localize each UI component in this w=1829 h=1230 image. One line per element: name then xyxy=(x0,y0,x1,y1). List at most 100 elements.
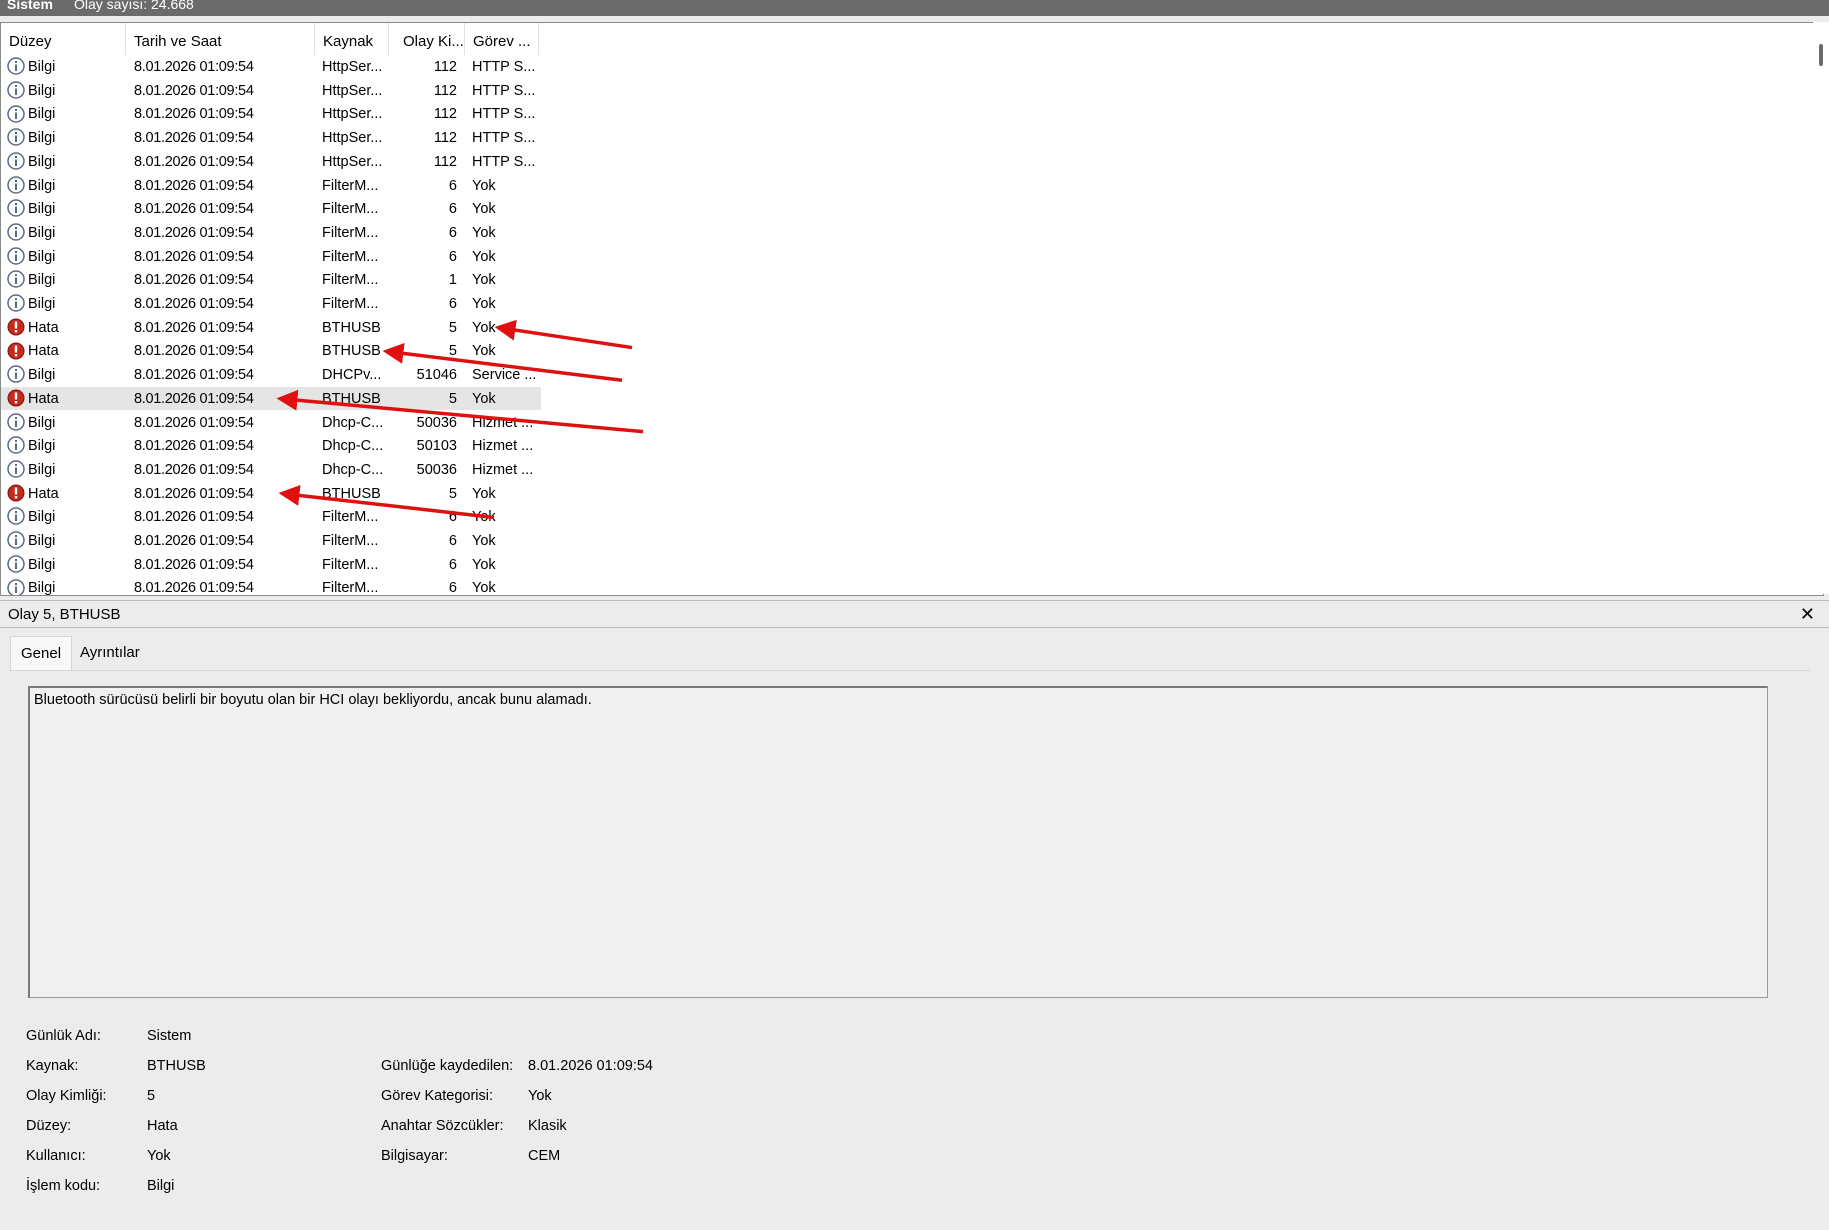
task-cell: Yok xyxy=(472,509,496,526)
table-row[interactable]: Bilgi 8.01.2026 01:09:54 FilterM... 6 Yok xyxy=(1,576,541,596)
field-value[interactable]: Klasik xyxy=(528,1118,567,1134)
source-cell: HttpSer... xyxy=(322,130,383,147)
field-label: İşlem kodu: xyxy=(26,1178,101,1194)
task-cell: Yok xyxy=(472,296,496,312)
table-row[interactable]: Bilgi 8.01.2026 01:09:54 FilterM... 6 Yok xyxy=(1,553,541,577)
tab-details[interactable]: Ayrıntılar xyxy=(70,636,150,670)
field-value[interactable]: Yok xyxy=(147,1148,171,1164)
level-text: Bilgi xyxy=(28,580,56,596)
field-value[interactable]: CEM xyxy=(528,1148,560,1164)
table-row[interactable]: Bilgi 8.01.2026 01:09:54 FilterM... 6 Yok xyxy=(1,529,541,553)
table-row[interactable]: Bilgi 8.01.2026 01:09:54 FilterM... 6 Yok xyxy=(1,221,541,245)
task-cell: HTTP S... xyxy=(472,130,536,147)
table-row[interactable]: Bilgi 8.01.2026 01:09:54 FilterM... 6 Yok xyxy=(1,505,541,529)
task-cell: HTTP S... xyxy=(472,59,536,75)
level-text: Bilgi xyxy=(28,461,56,478)
source-cell: FilterM... xyxy=(322,296,379,312)
source-cell: FilterM... xyxy=(322,224,379,241)
table-row[interactable]: Bilgi 8.01.2026 01:09:54 FilterM... 6 Yok xyxy=(1,197,541,221)
table-row[interactable]: Hata 8.01.2026 01:09:54 BTHUSB 5 Yok xyxy=(1,386,541,411)
event-description[interactable]: Bluetooth sürücüsü belirli bir boyutu ol… xyxy=(28,686,1768,998)
level-cell: Bilgi xyxy=(7,268,125,292)
field-value[interactable]: Hata xyxy=(147,1118,178,1134)
source-cell: DHCPv... xyxy=(322,367,382,384)
table-row[interactable]: Bilgi 8.01.2026 01:09:54 FilterM... 1 Yok xyxy=(1,268,541,292)
event-id-cell: 50036 xyxy=(416,461,457,478)
field-value[interactable]: 8.01.2026 01:09:54 xyxy=(528,1058,653,1074)
event-id-cell: 50103 xyxy=(416,438,457,455)
close-icon[interactable]: ✕ xyxy=(1800,601,1815,628)
date-cell: 8.01.2026 01:09:54 xyxy=(134,248,254,265)
tab-divider xyxy=(10,670,1810,671)
column-header-task[interactable]: Görev ... xyxy=(465,23,539,55)
task-cell: Yok xyxy=(472,580,496,596)
column-header-date[interactable]: Tarih ve Saat xyxy=(126,23,315,55)
table-row[interactable]: Bilgi 8.01.2026 01:09:54 DHCPv... 51046 Serv… xyxy=(1,363,541,387)
event-list[interactable]: Düzey Tarih ve Saat Kaynak Olay Ki... Gö… xyxy=(0,22,1824,596)
level-text: Bilgi xyxy=(28,59,56,75)
info-icon xyxy=(7,199,25,218)
source-cell: Dhcp-C... xyxy=(322,438,384,455)
level-cell: Bilgi xyxy=(7,411,125,435)
level-text: Hata xyxy=(28,485,59,502)
column-header-level[interactable]: Düzey xyxy=(1,23,126,55)
vertical-scrollbar[interactable] xyxy=(1813,22,1829,594)
table-row[interactable]: Bilgi 8.01.2026 01:09:54 Dhcp-C... 50103 Hiz… xyxy=(1,434,541,458)
field-value[interactable]: Sistem xyxy=(147,1028,191,1044)
table-row[interactable]: Bilgi 8.01.2026 01:09:54 FilterM... 6 Yok xyxy=(1,174,541,198)
table-row[interactable]: Hata 8.01.2026 01:09:54 BTHUSB 5 Yok xyxy=(1,339,541,363)
info-icon xyxy=(7,81,25,99)
field-value[interactable]: Bilgi xyxy=(147,1178,174,1194)
table-row[interactable]: Hata 8.01.2026 01:09:54 BTHUSB 5 Yok xyxy=(1,482,541,506)
info-icon xyxy=(7,507,25,526)
level-text: Bilgi xyxy=(28,82,56,99)
level-cell: Hata xyxy=(7,316,125,340)
level-cell: Hata xyxy=(7,482,125,506)
date-cell: 8.01.2026 01:09:54 xyxy=(134,414,254,431)
level-text: Bilgi xyxy=(28,272,56,289)
event-id-cell: 6 xyxy=(448,248,457,265)
column-header-event-id[interactable]: Olay Ki... xyxy=(389,23,465,55)
source-cell: BTHUSB xyxy=(322,319,381,336)
level-cell: Bilgi xyxy=(7,576,125,596)
event-id-cell: 5 xyxy=(448,485,457,502)
details-title-bar: Olay 5, BTHUSB ✕ xyxy=(0,600,1829,628)
date-cell: 8.01.2026 01:09:54 xyxy=(134,296,254,312)
source-cell: FilterM... xyxy=(322,580,379,596)
table-row[interactable]: Bilgi 8.01.2026 01:09:54 FilterM... 6 Yok xyxy=(1,292,541,316)
level-cell: Hata xyxy=(7,387,125,411)
table-row[interactable]: Bilgi 8.01.2026 01:09:54 Dhcp-C... 50036 Hiz… xyxy=(1,411,541,435)
field-value[interactable]: 5 xyxy=(147,1088,155,1104)
field-label: Kullanıcı: xyxy=(26,1148,86,1164)
event-id-cell: 51046 xyxy=(416,367,457,384)
column-header-source[interactable]: Kaynak xyxy=(315,23,389,55)
level-text: Bilgi xyxy=(28,556,56,573)
column-header-row: Düzey Tarih ve Saat Kaynak Olay Ki... Gö… xyxy=(1,23,1823,55)
field-label: Kaynak: xyxy=(26,1058,79,1074)
date-cell: 8.01.2026 01:09:54 xyxy=(134,556,254,573)
table-row[interactable]: Hata 8.01.2026 01:09:54 BTHUSB 5 Yok xyxy=(1,316,541,340)
field-value[interactable]: Yok xyxy=(528,1088,552,1104)
level-text: Bilgi xyxy=(28,177,56,194)
table-row[interactable]: Bilgi 8.01.2026 01:09:54 HttpSer... 112 HTTP… xyxy=(1,55,541,79)
table-row[interactable]: Bilgi 8.01.2026 01:09:54 Dhcp-C... 50036 Hiz… xyxy=(1,458,541,482)
date-cell: 8.01.2026 01:09:54 xyxy=(134,59,254,75)
source-cell: HttpSer... xyxy=(322,59,383,75)
field-value[interactable]: BTHUSB xyxy=(147,1058,206,1074)
error-icon xyxy=(7,484,25,502)
info-icon xyxy=(7,294,25,312)
table-row[interactable]: Bilgi 8.01.2026 01:09:54 HttpSer... 112 HTTP… xyxy=(1,102,541,126)
level-cell: Bilgi xyxy=(7,102,125,126)
tab-general[interactable]: Genel xyxy=(10,636,73,671)
scrollbar-thumb[interactable] xyxy=(1819,44,1823,66)
date-cell: 8.01.2026 01:09:54 xyxy=(134,319,254,336)
table-row[interactable]: Bilgi 8.01.2026 01:09:54 HttpSer... 112 HTTP… xyxy=(1,79,541,103)
info-icon xyxy=(7,531,25,549)
source-cell: BTHUSB xyxy=(322,485,381,502)
table-row[interactable]: Bilgi 8.01.2026 01:09:54 HttpSer... 112 HTTP… xyxy=(1,150,541,174)
date-cell: 8.01.2026 01:09:54 xyxy=(134,224,254,241)
table-row[interactable]: Bilgi 8.01.2026 01:09:54 HttpSer... 112 HTTP… xyxy=(1,126,541,150)
date-cell: 8.01.2026 01:09:54 xyxy=(134,485,254,502)
table-row[interactable]: Bilgi 8.01.2026 01:09:54 FilterM... 6 Yok xyxy=(1,245,541,269)
date-cell: 8.01.2026 01:09:54 xyxy=(134,533,254,549)
